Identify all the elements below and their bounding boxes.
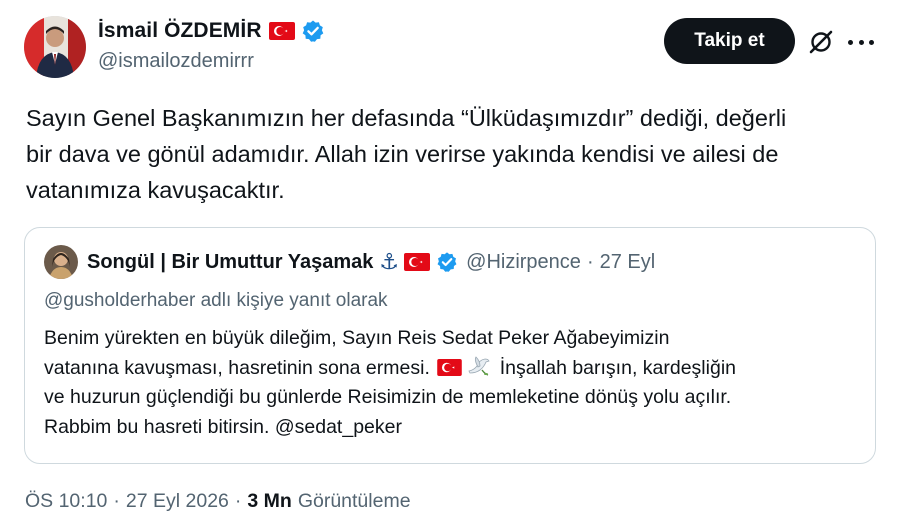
turkey-flag-icon [268, 22, 295, 40]
views-count: 3 Mn [247, 490, 292, 512]
author-handle[interactable]: @ismailozdemirrr [98, 50, 325, 73]
dove-icon [466, 355, 492, 378]
separator: · [234, 490, 242, 512]
quoted-tweet-card[interactable]: Songül | Bir Umuttur Yaşamak ⚓ @Hizirpen… [24, 227, 876, 464]
quoted-line: Rabbim bu hasreti bitirsin. @sedat_peker [44, 415, 402, 438]
quoted-line: vatanına kavuşması, hasretinin sona erme… [44, 354, 864, 384]
quoted-line-part: vatanına kavuşması, hasretinin sona erme… [44, 356, 430, 379]
verified-badge-icon[interactable] [301, 19, 325, 43]
dot-icon [858, 39, 864, 45]
quoted-author-name[interactable]: Songül | Bir Umuttur Yaşamak [87, 251, 373, 274]
tweet-line: vatanımıza kavuşacaktır. [26, 177, 285, 203]
quoted-author-avatar[interactable] [44, 245, 78, 279]
dot-icon [848, 39, 853, 45]
quoted-tweet-text: Benim yürekten en büyük dileğim, Sayın R… [44, 324, 864, 442]
separator: · [113, 490, 120, 512]
grok-icon[interactable] [808, 29, 834, 55]
separator: · [586, 250, 594, 273]
anchor-icon: ⚓ [379, 249, 400, 274]
tweet-line: Sayın Genel Başkanımızın her defasında “… [26, 105, 787, 131]
tweet-line: bir dava ve gönül adamıdır. Allah izin v… [26, 141, 779, 167]
quoted-line-part: İnşallah barışın, kardeşliğin [499, 356, 736, 379]
author-avatar[interactable] [24, 16, 86, 78]
author-name[interactable]: İsmail ÖZDEMİR [98, 19, 262, 43]
tweet-text: Sayın Genel Başkanımızın her defasında “… [26, 100, 886, 208]
quoted-author-handle[interactable]: @Hizirpence [466, 251, 581, 274]
follow-button[interactable]: Takip et [664, 18, 795, 64]
quoted-tweet-header: Songül | Bir Umuttur Yaşamak ⚓ @Hizirpen… [44, 245, 656, 279]
turkey-flag-icon [437, 356, 463, 376]
quoted-line: Benim yürekten en büyük dileğim, Sayın R… [44, 327, 670, 349]
reply-context: @gusholderhaber adlı kişiye yanıt olarak [44, 290, 388, 311]
more-options-icon[interactable] [848, 33, 874, 51]
tweet-date[interactable]: 27 Eyl 2026 [126, 490, 229, 513]
tweet-time[interactable]: ÖS 10:10 [25, 490, 107, 513]
dot-icon [869, 39, 874, 45]
quoted-line: ve huzurun güçlendiği bu günlerde Reisim… [44, 386, 732, 408]
author-info: İsmail ÖZDEMİR @ismailozdemirrr [98, 16, 325, 73]
views-label: Görüntüleme [297, 490, 411, 512]
tweet-meta: ÖS 10:10 · 27 Eyl 2026 · 3 Mn Görüntülem… [25, 490, 411, 513]
quoted-tweet-date[interactable]: 27 Eyl [600, 251, 656, 274]
verified-badge-icon[interactable] [436, 251, 458, 273]
turkey-flag-icon [404, 253, 431, 271]
